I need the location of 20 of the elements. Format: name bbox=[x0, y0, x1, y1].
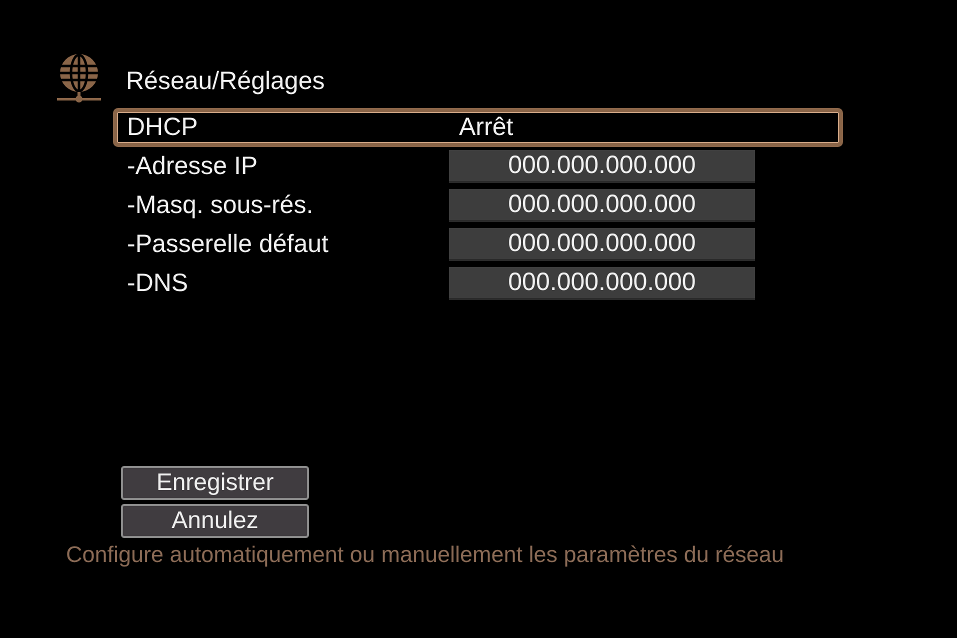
setting-label: -DNS bbox=[126, 269, 190, 298]
setting-value: Arrêt bbox=[458, 113, 514, 142]
setting-row[interactable]: DHCP Arrêt bbox=[113, 108, 843, 147]
address-field[interactable]: 000.000.000.000 bbox=[449, 228, 755, 261]
cancel-button[interactable]: Annulez bbox=[121, 504, 309, 538]
setting-row[interactable]: -Masq. sous-rés. 000.000.000.000 bbox=[113, 186, 843, 225]
setting-label: -Passerelle défaut bbox=[126, 230, 330, 259]
setting-label: -Adresse IP bbox=[126, 152, 259, 181]
help-text: Configure automatiquement ou manuellement les paramètres du réseau bbox=[66, 542, 785, 568]
address-field[interactable]: 000.000.000.000 bbox=[449, 267, 755, 300]
setting-row[interactable]: -Adresse IP 000.000.000.000 bbox=[113, 147, 843, 186]
address-field[interactable]: 000.000.000.000 bbox=[449, 150, 755, 183]
setting-row[interactable]: -Passerelle défaut 000.000.000.000 bbox=[113, 225, 843, 264]
address-field[interactable]: 000.000.000.000 bbox=[449, 189, 755, 222]
setting-row[interactable]: -DNS 000.000.000.000 bbox=[113, 264, 843, 303]
screen-title: Réseau/Réglages bbox=[126, 66, 325, 96]
globe-icon bbox=[56, 53, 102, 105]
setting-label: -Masq. sous-rés. bbox=[126, 191, 314, 220]
save-button[interactable]: Enregistrer bbox=[121, 466, 309, 500]
setting-label: DHCP bbox=[126, 113, 199, 142]
